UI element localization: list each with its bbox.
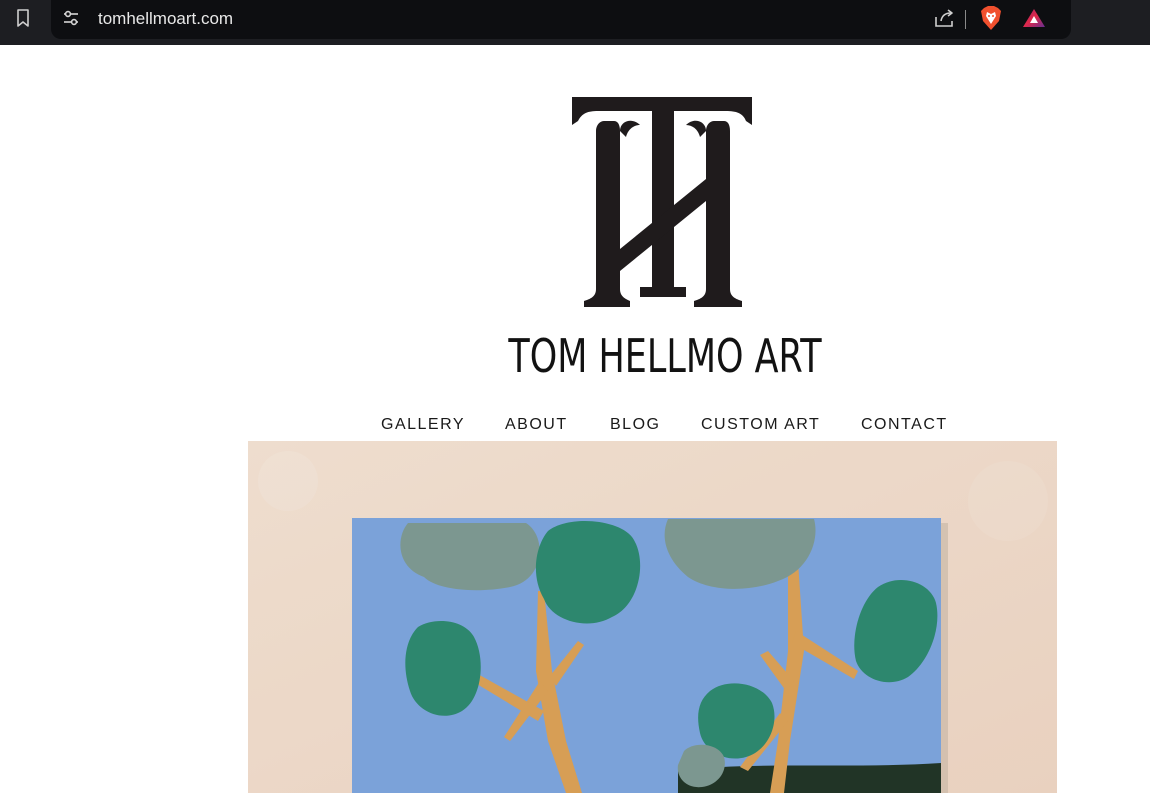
site-title[interactable]: TOM HELLMO ART (464, 328, 867, 384)
main-nav: GALLERY ABOUT BLOG CUSTOM ART CONTACT (358, 413, 968, 437)
nav-item-custom-art[interactable]: CUSTOM ART (701, 413, 820, 437)
browser-toolbar: tomhellmoart.com (0, 0, 1150, 45)
share-icon (933, 7, 955, 33)
site-settings-button[interactable] (59, 8, 83, 32)
nav-item-contact[interactable]: CONTACT (861, 413, 948, 437)
hero-painting-image[interactable] (248, 441, 1057, 793)
nav-item-about[interactable]: ABOUT (505, 413, 568, 437)
toolbar-divider (965, 10, 966, 29)
brave-rewards-icon (1022, 7, 1046, 33)
page-content: TOM HELLMO ART GALLERY ABOUT BLOG CUSTOM… (0, 45, 1150, 793)
site-settings-icon (61, 8, 81, 32)
bookmark-icon (15, 8, 31, 32)
brave-shield-button[interactable] (977, 6, 1005, 34)
brave-rewards-button[interactable] (1020, 6, 1048, 34)
share-button[interactable] (931, 7, 957, 33)
bookmark-button[interactable] (8, 7, 38, 33)
nav-item-gallery[interactable]: GALLERY (381, 413, 465, 437)
th-monogram-logo[interactable] (560, 91, 766, 317)
nav-item-blog[interactable]: BLOG (610, 413, 660, 437)
url-text[interactable]: tomhellmoart.com (98, 8, 233, 30)
brave-shield-icon (979, 5, 1003, 35)
address-bar[interactable]: tomhellmoart.com (51, 0, 1071, 39)
